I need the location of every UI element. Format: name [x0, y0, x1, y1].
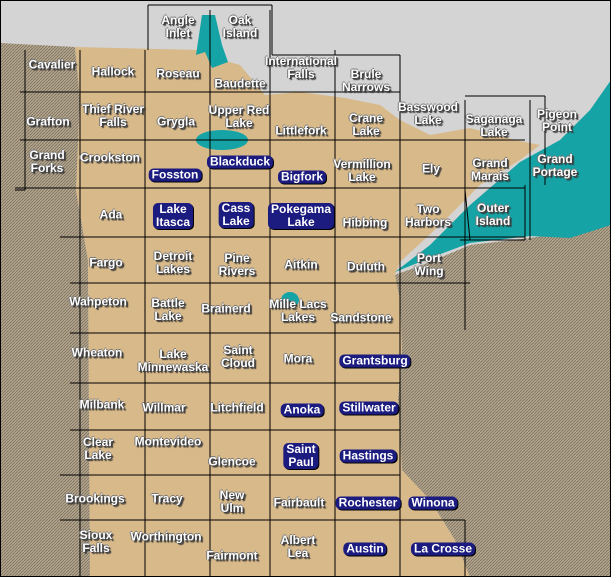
zone-label[interactable]: Fairmont	[206, 549, 257, 563]
zone-label[interactable]: Glencoe	[208, 455, 255, 469]
zone-label[interactable]: Aitkin	[284, 258, 317, 272]
zone-label[interactable]: Rochester	[335, 496, 401, 510]
zone-label[interactable]: Two Harbors	[405, 203, 451, 229]
zone-label[interactable]: Lake Minnewaska	[138, 348, 209, 374]
zone-label[interactable]: Saint Paul	[283, 443, 319, 469]
zone-label[interactable]: Ada	[100, 208, 123, 222]
zone-label[interactable]: Crookston	[80, 151, 140, 165]
zone-label[interactable]: Stillwater	[339, 401, 399, 415]
zone-label[interactable]: Wheaton	[72, 346, 123, 360]
zone-label[interactable]: Crane Lake	[349, 112, 383, 138]
zone-label[interactable]: Grantsburg	[339, 354, 411, 368]
zone-label[interactable]: New Ulm	[220, 489, 245, 515]
zone-label[interactable]: Port Wing	[414, 252, 443, 278]
zone-label[interactable]: Tracy	[151, 492, 182, 506]
zone-label[interactable]: Sioux Falls	[80, 529, 113, 555]
zone-label[interactable]: Anoka	[280, 403, 324, 417]
zone-label[interactable]: Lake Itasca	[152, 203, 194, 229]
zone-label[interactable]: Grafton	[26, 115, 69, 129]
zone-label[interactable]: Littlefork	[275, 124, 326, 138]
zone-label[interactable]: Blackduck	[206, 155, 274, 169]
zone-label[interactable]: Brainerd	[201, 302, 250, 316]
zone-label[interactable]: Saint Cloud	[221, 344, 255, 370]
zone-label[interactable]: Grygla	[157, 115, 195, 129]
zone-label[interactable]: Grand Marais	[471, 157, 509, 183]
zone-label[interactable]: Bigfork	[278, 170, 326, 184]
zone-label[interactable]: Ely	[422, 162, 440, 176]
zone-label[interactable]: Wahpeton	[69, 295, 127, 309]
zone-label[interactable]: Pigeon Point	[537, 108, 577, 134]
zone-label[interactable]: Grand Forks	[29, 149, 64, 175]
zone-label[interactable]: Litchfield	[210, 401, 263, 415]
zone-label[interactable]: Basswood Lake	[398, 101, 458, 127]
zone-label[interactable]: Mora	[284, 352, 313, 366]
zone-label[interactable]: Willmar	[142, 401, 185, 415]
zone-label[interactable]: Austin	[343, 542, 387, 556]
zone-label[interactable]: Cass Lake	[218, 202, 254, 228]
zone-label[interactable]: Pokegama Lake	[267, 203, 335, 229]
zone-label[interactable]: Milbank	[80, 398, 125, 412]
zone-label[interactable]: Outer Island	[476, 202, 511, 228]
zone-label[interactable]: Fairbault	[274, 496, 325, 510]
zone-label[interactable]: Brule Narrows	[342, 68, 390, 94]
zone-label[interactable]: Mille Lacs Lakes	[269, 298, 326, 324]
zone-label[interactable]: Fargo	[89, 256, 122, 270]
zone-label[interactable]: Thief River Falls	[82, 103, 144, 129]
zone-label[interactable]: Cavalier	[29, 58, 76, 72]
zone-label[interactable]: Fosston	[148, 168, 202, 182]
zone-label[interactable]: Brookings	[65, 492, 124, 506]
zone-label[interactable]: Sandstone	[330, 311, 391, 325]
zone-label[interactable]: Oak Island	[223, 14, 258, 40]
zone-label[interactable]: International Falls	[265, 55, 337, 81]
zone-label[interactable]: Roseau	[156, 67, 199, 81]
zone-label[interactable]: Detroit Lakes	[154, 250, 193, 276]
zone-label[interactable]: Saganaga Lake	[466, 113, 523, 139]
zone-label[interactable]: Pine Rivers	[219, 252, 256, 278]
zone-label[interactable]: Hibbing	[343, 216, 388, 230]
zone-label[interactable]: Hallock	[92, 65, 135, 79]
zone-label[interactable]: Hastings	[339, 449, 397, 463]
zone-label[interactable]: Vermillion Lake	[333, 158, 390, 184]
zone-label[interactable]: Duluth	[347, 260, 385, 274]
zone-label[interactable]: Montevideo	[135, 435, 202, 449]
forecast-zone-map	[0, 0, 611, 577]
zone-label[interactable]: Albert Lea	[281, 534, 316, 560]
zone-label[interactable]: Clear Lake	[83, 436, 113, 462]
zone-label[interactable]: Worthington	[130, 530, 201, 544]
zone-label[interactable]: Grand Portage	[533, 153, 578, 179]
zone-label[interactable]: Battle Lake	[151, 297, 184, 323]
zone-label[interactable]: Angle Inlet	[161, 14, 194, 40]
zone-label[interactable]: Baudette	[214, 77, 265, 91]
zone-label[interactable]: Winona	[408, 496, 458, 510]
zone-label[interactable]: La Crosse	[410, 542, 476, 556]
zone-label[interactable]: Upper Red Lake	[209, 104, 270, 130]
